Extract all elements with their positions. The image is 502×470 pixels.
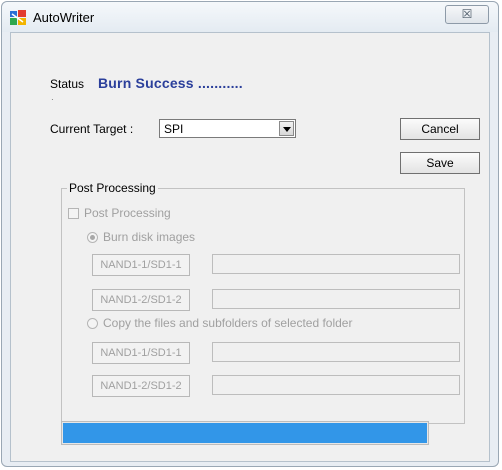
copy-folder-radio[interactable]: [87, 318, 98, 329]
burn-nand1-1-path-field[interactable]: [212, 254, 460, 274]
copy-folder-label: Copy the files and subfolders of selecte…: [103, 316, 353, 330]
current-target-label: Current Target :: [50, 122, 134, 136]
status-value: Burn Success ...........: [98, 75, 243, 91]
dialog-client: Status Burn Success ........... · Curren…: [10, 32, 490, 462]
chevron-down-icon[interactable]: [279, 121, 294, 136]
target-select[interactable]: SPI: [159, 119, 296, 138]
app-icon: [10, 10, 26, 25]
copy-nand1-2-button[interactable]: NAND1-2/SD1-2: [92, 375, 190, 397]
burn-disk-images-radio[interactable]: [87, 232, 98, 243]
window-title: AutoWriter: [33, 10, 95, 25]
progress-fill: [63, 423, 427, 443]
burn-nand1-1-button[interactable]: NAND1-1/SD1-1: [92, 254, 190, 276]
burn-nand1-2-button[interactable]: NAND1-2/SD1-2: [92, 289, 190, 311]
autowriter-window: AutoWriter ☒ Status Burn Success .......…: [1, 1, 499, 467]
close-button[interactable]: ☒: [445, 5, 489, 24]
cancel-button[interactable]: Cancel: [400, 118, 480, 140]
close-icon: ☒: [461, 7, 473, 21]
save-button[interactable]: Save: [400, 152, 480, 174]
copy-nand1-1-button[interactable]: NAND1-1/SD1-1: [92, 342, 190, 364]
copy-nand1-1-path-field[interactable]: [212, 342, 460, 362]
copy-nand1-2-path-field[interactable]: [212, 375, 460, 395]
burn-nand1-2-path-field[interactable]: [212, 289, 460, 309]
status-label: Status: [50, 77, 85, 91]
title-bar[interactable]: AutoWriter ☒: [2, 2, 498, 32]
burn-disk-images-label: Burn disk images: [103, 230, 196, 244]
post-processing-checkbox-label: Post Processing: [84, 206, 171, 220]
target-select-value: SPI: [164, 122, 184, 136]
post-processing-checkbox[interactable]: [68, 208, 79, 219]
post-processing-group-title: Post Processing: [67, 181, 158, 195]
status-dot: ·: [51, 95, 54, 104]
burn-progress-bar: [61, 421, 429, 445]
